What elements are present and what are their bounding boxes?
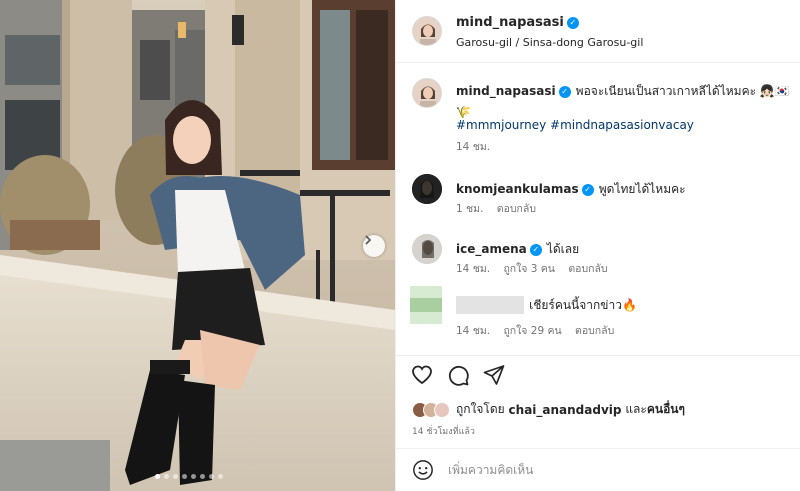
comment-time[interactable]: 14 ชม. <box>456 325 490 337</box>
reply-button[interactable]: ตอบกลับ <box>575 325 614 337</box>
avatar-image <box>413 79 441 107</box>
avatar-image <box>412 234 442 264</box>
comment-meta: 14 ชม. ถูกใจ 29 คน ตอบกลับ <box>456 322 624 339</box>
comment-time[interactable]: 1 ชม. <box>456 203 483 215</box>
comment-time[interactable]: 14 ชม. <box>456 263 490 275</box>
author-username-text[interactable]: mind_napasasi <box>456 15 564 30</box>
comment-text: ได้เลย <box>546 242 580 256</box>
chevron-right-icon <box>365 235 372 245</box>
comment-body: เชียร์คนนี้จากข่าว🔥 <box>456 294 637 315</box>
carousel-dot <box>173 474 178 479</box>
comment-icon[interactable] <box>446 363 470 387</box>
caption-username[interactable]: mind_napasasi <box>456 84 556 98</box>
verified-badge-icon: ✓ <box>529 244 542 256</box>
author-username[interactable]: mind_napasasi ✓ <box>456 15 579 30</box>
comment-body: ice_amena ✓ ได้เลย <box>456 238 579 259</box>
blurred-username[interactable] <box>456 295 524 314</box>
comment-meta: 1 ชม. ตอบกลับ <box>456 200 546 217</box>
carousel-dot <box>218 474 223 479</box>
verified-badge-icon: ✓ <box>566 17 579 29</box>
comment-username[interactable]: knomjeankulamas <box>456 182 579 196</box>
author-avatar[interactable] <box>412 16 442 46</box>
likes-summary: ถูกใจโดย chai_anandadvip และ คนอื่นๆ <box>412 400 685 419</box>
carousel-dot <box>191 474 196 479</box>
reply-button[interactable]: ตอบกลับ <box>568 263 607 275</box>
comment-item: ice_amena ✓ ได้เลย 14 ชม. ถูกใจ 3 คน ตอบก… <box>396 232 800 282</box>
carousel-indicator <box>155 474 223 479</box>
likes-suffix: และ <box>625 402 647 416</box>
carousel-dot <box>182 474 187 479</box>
likes-others-link[interactable]: คนอื่นๆ <box>647 400 685 419</box>
comment-item: knomjeankulamas ✓ พูดไทยได้ไหมคะ 1 ชม. ตอ… <box>396 172 800 222</box>
comment-input[interactable] <box>448 460 778 480</box>
paper-plane-icon[interactable] <box>482 363 506 387</box>
blurred-avatar[interactable] <box>410 286 442 324</box>
add-comment-bar <box>396 448 800 491</box>
post-location[interactable]: Garosu-gil / Sinsa-dong Garosu-gil <box>456 36 643 49</box>
post-details-panel: mind_napasasi ✓ Garosu-gil / Sinsa-dong G… <box>395 0 800 491</box>
carousel-dot <box>200 474 205 479</box>
comment-text: พูดไทยได้ไหมคะ <box>598 182 686 196</box>
comment-item: เชียร์คนนี้จากข่าว🔥 14 ชม. ถูกใจ 29 คน ต… <box>396 286 800 346</box>
heart-icon[interactable] <box>410 363 434 387</box>
liker-avatar[interactable] <box>434 401 450 418</box>
comment-text: เชียร์คนนี้จากข่าว🔥 <box>529 298 637 312</box>
commenter-avatar[interactable] <box>412 174 442 204</box>
commenter-avatar[interactable] <box>412 234 442 264</box>
caption-hashtags[interactable]: #mmmjourney #mindnapasasionvacay <box>456 118 694 132</box>
caption-avatar[interactable] <box>412 78 442 108</box>
caption-time[interactable]: 14 ชม. <box>456 141 490 153</box>
avatar-image <box>412 174 442 204</box>
emoji-icon[interactable] <box>412 459 434 481</box>
caption-meta: 14 ชม. <box>456 138 500 155</box>
carousel-dot <box>164 474 169 479</box>
reply-button[interactable]: ตอบกลับ <box>497 203 536 215</box>
carousel-dot <box>209 474 214 479</box>
comments-section: mind_napasasi ✓ พอจะเนียนเป็นสาวเกาหลีได้… <box>396 64 800 354</box>
post-photo[interactable] <box>0 0 395 491</box>
likes-prefix: ถูกใจโดย <box>456 402 505 416</box>
verified-badge-icon: ✓ <box>581 184 594 196</box>
post-header: mind_napasasi ✓ Garosu-gil / Sinsa-dong G… <box>396 0 800 63</box>
post-time-ago[interactable]: 14 ชั่วโมงที่แล้ว <box>412 424 475 438</box>
caption-dot: . <box>456 98 460 112</box>
comment-likes[interactable]: ถูกใจ 29 คน <box>503 325 561 337</box>
comment-meta: 14 ชม. ถูกใจ 3 คน ตอบกลับ <box>456 260 618 277</box>
post-actions: ถูกใจโดย chai_anandadvip และ คนอื่นๆ 14 … <box>396 355 800 450</box>
next-photo-button[interactable] <box>363 235 385 257</box>
liker-username[interactable]: chai_anandadvip <box>509 403 622 417</box>
comment-body: knomjeankulamas ✓ พูดไทยได้ไหมคะ <box>456 178 686 199</box>
carousel-dot <box>155 474 160 479</box>
caption-entry: mind_napasasi ✓ พอจะเนียนเป็นสาวเกาหลีได้… <box>396 76 800 161</box>
comment-likes[interactable]: ถูกใจ 3 คน <box>503 263 555 275</box>
caption-body: mind_napasasi ✓ พอจะเนียนเป็นสาวเกาหลีได้… <box>456 80 791 120</box>
photo-illustration <box>0 0 395 491</box>
comment-username[interactable]: ice_amena <box>456 242 527 256</box>
avatar-image <box>413 17 441 45</box>
verified-badge-icon: ✓ <box>558 86 571 98</box>
